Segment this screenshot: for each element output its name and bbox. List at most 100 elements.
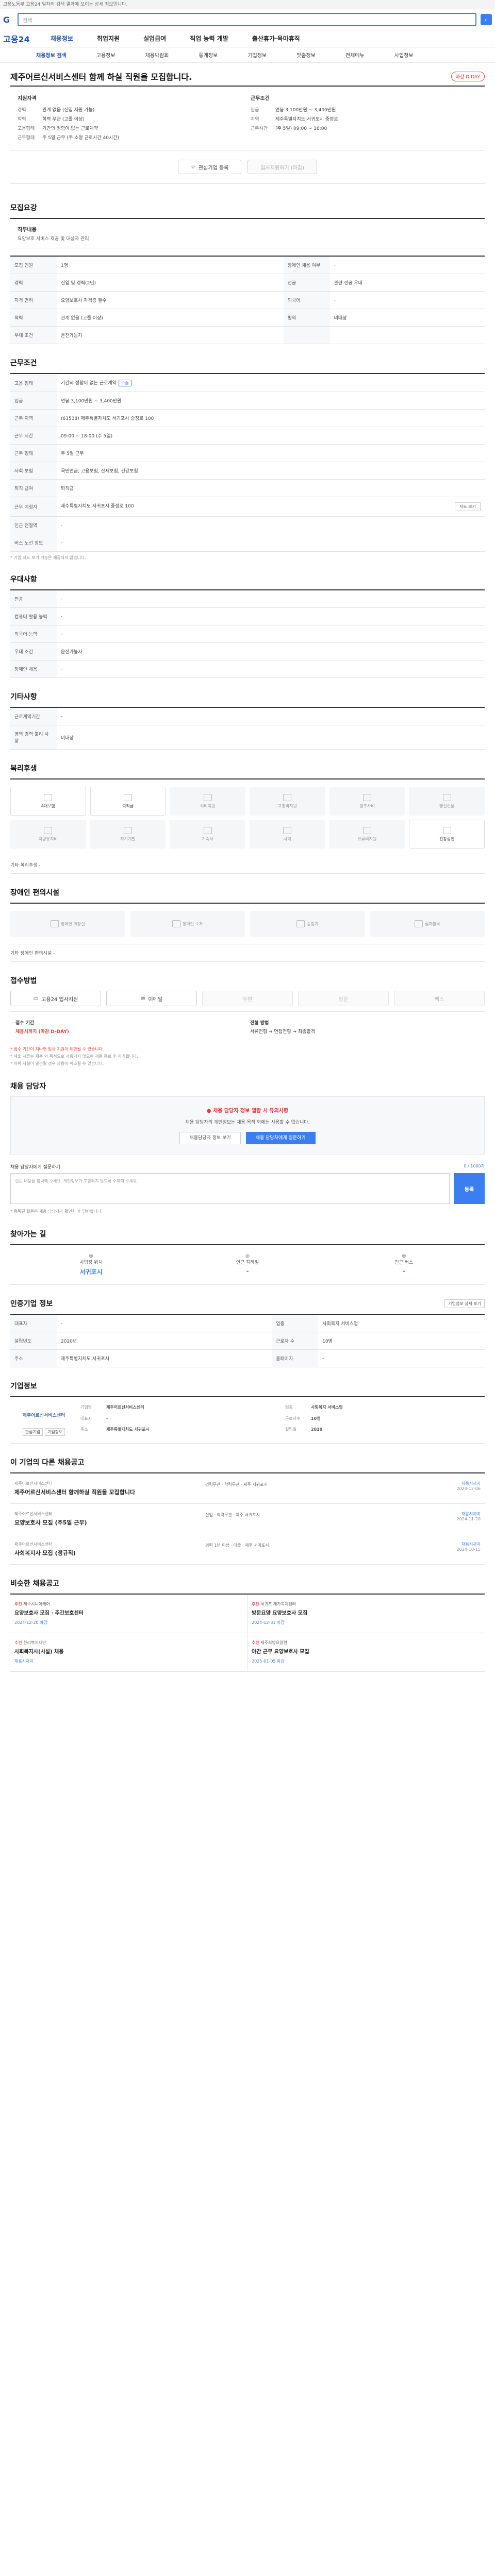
table-key: 근무 형태 (10, 444, 57, 462)
search-icon[interactable]: ⌕ (481, 14, 492, 25)
subnav-item[interactable]: 기업정보 (248, 51, 267, 59)
nav-career-support[interactable]: 취업지원 (97, 34, 120, 43)
table-value: - (57, 516, 485, 534)
job-deadline: 채용시까지 (461, 1481, 481, 1486)
list-item[interactable]: 제주어르신서비스센터 제주어르신서비스센터 함께하실 직원을 모집합니다 경력무관… (10, 1473, 485, 1504)
welfare-item: 교통비지원 (250, 787, 325, 816)
ad-company: 제주희망요양원 (260, 1640, 287, 1645)
summary-key: 근무형태 (18, 135, 35, 141)
site-logo[interactable]: 고용24 (3, 32, 30, 45)
mail-icon: ✉ (141, 995, 145, 1002)
location-section: 찾아가는 길 ◎ 사업장 위치 서귀포시 ◎ 인근 지하철 - ◎ 인근 버스 - (10, 1229, 485, 1285)
ad-item[interactable]: 추천 제주시니어케어 요양보호사 모집 · 주간보호센터 2024-12-20 마감 (10, 1595, 248, 1633)
ask-contact-button[interactable]: 채용 담당자에게 질문하기 (245, 1132, 316, 1144)
info-key: 주소 (80, 1427, 88, 1432)
subnav-item[interactable]: 맞춤정보 (296, 51, 316, 59)
subnav-item[interactable]: 채용정보 검색 (36, 51, 67, 59)
list-item[interactable]: 제주어르신서비스센터 요양보호사 모집 (주5일 근무) 신입 · 학력무관 · … (10, 1504, 485, 1534)
question-textarea[interactable]: 질문 내용을 입력해 주세요. 개인정보가 포함되지 않도록 주의해 주세요. (10, 1173, 450, 1204)
section-title: 접수방법 (10, 977, 37, 985)
subnav-item[interactable]: 고용정보 (96, 51, 116, 59)
table-key: 고용 형태 (10, 374, 57, 392)
welfare-label: 명절선물 (439, 803, 455, 808)
logo-mark-icon[interactable]: G (3, 15, 13, 25)
ad-title[interactable]: 사회복지사(시설) 채용 (14, 1649, 243, 1656)
job-date: 2024-12-06 (456, 1486, 481, 1491)
location-key: 인근 버스 (394, 1260, 414, 1265)
company-info-table: 대표자 - 업종 사회복지 서비스업 설립년도 2020년 근로자 수 10명 주소 제주특별… (10, 1314, 485, 1367)
welfare-label: 유류비지원 (357, 836, 377, 841)
table-row: 학력 관계 없음 (고졸 이상) 병역 비대상 (10, 309, 485, 327)
search-input[interactable]: 검색 (18, 13, 476, 26)
bus-stop-icon: ◎ (402, 1253, 406, 1259)
qualification-section: 모집요강 직무내용 요양보호 서비스 제공 및 대상자 관리 모집 인원 1명 장애… (10, 202, 485, 344)
job-meta: 경력무관 · 학력무관 · 제주 서귀포시 (205, 1482, 268, 1487)
apply-button[interactable]: 입사지원하기 (마감) (248, 160, 317, 174)
global-nav: 고용24 채용정보 취업지원 실업급여 직업 능력 개발 출산휴가·육아휴직 (0, 30, 495, 47)
restroom-icon (50, 920, 59, 927)
job-deadline: 채용시까지 (461, 1542, 481, 1547)
facility-label: 승강기 (307, 921, 319, 926)
job-left: 제주어르신서비스센터 요양보호사 모집 (주5일 근무) (14, 1511, 200, 1527)
table-row: 병역 경력 불리 사항 비대상 (10, 725, 485, 750)
scrap-button[interactable]: ☆ 관심기업 등록 (178, 160, 242, 174)
nav-training[interactable]: 직업 능력 개발 (190, 34, 228, 43)
search-row: G 검색 ⌕ (0, 9, 495, 30)
table-key: 인근 전철역 (10, 516, 57, 534)
welfare-item: 기숙사 (170, 820, 245, 849)
company-info-item: 주소 제주특별자치도 서귀포시 (80, 1427, 275, 1436)
table-value: 퇴직금 (57, 479, 485, 497)
ad-item[interactable]: 추천 한라복지재단 사회복지사(시설) 채용 채용시까지 (10, 1633, 248, 1672)
extra-key: 기타 복리후생 (10, 863, 38, 868)
ad-title[interactable]: 요양보호사 모집 · 주간보호센터 (14, 1610, 243, 1617)
info-key: 근로자수 (285, 1416, 301, 1421)
job-link[interactable]: 요양보호사 모집 (주5일 근무) (14, 1519, 200, 1527)
welfare-item: 차량유지비 (10, 820, 86, 849)
table-key: 학력 (10, 309, 57, 327)
job-summary: 지원자격 경력 관계 없음 (신입 지원 가능) 학력 학력 무관 (고졸 이상) … (10, 86, 485, 150)
welfare-item: 식비지원 (170, 787, 245, 816)
submit-question-button[interactable]: 등록 (454, 1173, 485, 1204)
subnav-item[interactable]: 사업정보 (394, 51, 414, 59)
ad-company: 서귀포 재가복지센터 (260, 1602, 296, 1606)
subnav-item[interactable]: 통계정보 (199, 51, 218, 59)
company-page-button[interactable]: 기업정보 (45, 1428, 65, 1436)
table-value: 관계 없음 (고졸 이상) (57, 309, 284, 327)
map-button[interactable]: 지도 보기 (455, 502, 481, 511)
apply-method-email[interactable]: ✉ 이메일 (106, 991, 197, 1006)
list-item[interactable]: 제주어르신서비스센터 사회복지사 모집 (정규직) 경력 1년 이상 · 대졸 ·… (10, 1534, 485, 1565)
view-contact-button[interactable]: 채용담당자 정보 보기 (179, 1132, 241, 1144)
table-key: 우대 조건 (10, 642, 57, 660)
table-value: 운전가능자 (57, 642, 485, 660)
ad-item[interactable]: 추천 서귀포 재가복지센터 방문요양 요양보호사 모집 2024-12-31 마감 (248, 1595, 485, 1633)
table-key: 근무 지역 (10, 409, 57, 427)
subnav-item[interactable]: 채용박람회 (145, 51, 169, 59)
job-link[interactable]: 사회복지사 모집 (정규직) (14, 1549, 200, 1557)
ad-title[interactable]: 방문요양 요양보호사 모집 (252, 1610, 481, 1617)
welfare-label: 자기계발 (120, 836, 136, 841)
qa-desc: 채용 담당자의 개인정보는 채용 목적 외에는 사용할 수 없습니다. (185, 1120, 310, 1125)
welfare-label: 건강검진 (439, 836, 455, 841)
nav-unemployment[interactable]: 실업급여 (143, 34, 166, 43)
job-company: 제주어르신서비스센터 (14, 1542, 53, 1547)
company-section: 기업정보 제주어르신서비스센터 관심기업 기업정보 기업명 제주어르신서비스센터 … (10, 1381, 485, 1444)
job-list: 제주어르신서비스센터 제주어르신서비스센터 함께하실 직원을 모집합니다 경력무관… (10, 1472, 485, 1565)
monitor-icon: ▭ (33, 995, 39, 1002)
job-right: 채용시까지 2024-11-20 (444, 1511, 481, 1521)
apply-method-visit: 방문 (298, 991, 389, 1006)
table-row: 컴퓨터 활용 능력 - (10, 607, 485, 625)
section-title: 근무조건 (10, 359, 37, 367)
apply-method-online[interactable]: ▭ 고용24 입사지원 (10, 991, 101, 1006)
ad-tag: 추천 (14, 1602, 22, 1606)
nav-jobs[interactable]: 채용정보 (51, 34, 73, 43)
ad-title[interactable]: 야간 근무 요양보호사 모집 (252, 1649, 481, 1656)
table-value: 09:00 ~ 18:00 (주 5일) (57, 427, 485, 445)
ad-item[interactable]: 추천 제주희망요양원 야간 근무 요양보호사 모집 2025-01-05 마감 (248, 1633, 485, 1672)
welfare-label: 4대보험 (41, 803, 55, 808)
subnav-item[interactable]: 전체메뉴 (345, 51, 365, 59)
job-link[interactable]: 제주어르신서비스센터 함께하실 직원을 모집합니다 (14, 1488, 200, 1496)
follow-company-button[interactable]: 관심기업 (22, 1428, 43, 1436)
nav-parental-leave[interactable]: 출산휴가·육아휴직 (252, 34, 300, 43)
company-detail-button[interactable]: 기업정보 상세 보기 (444, 1299, 485, 1308)
ask-header: 채용 담당자에게 질문하기 0 / 1000자 (10, 1163, 485, 1170)
